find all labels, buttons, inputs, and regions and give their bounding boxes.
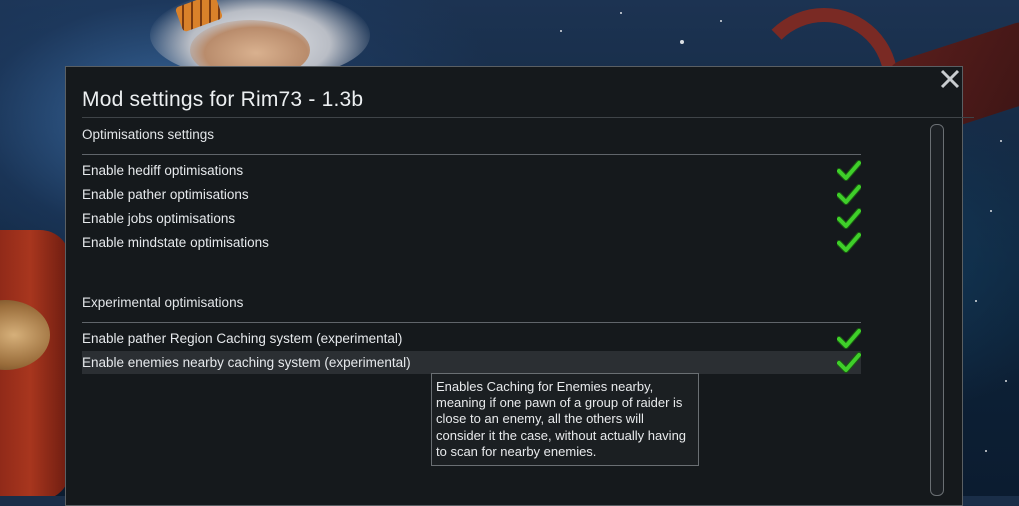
section-heading-optimisations: Optimisations settings: [82, 127, 215, 142]
checkmark-icon[interactable]: [837, 351, 861, 374]
checkmark-icon[interactable]: [837, 159, 861, 182]
title-divider: [82, 117, 974, 118]
setting-label: Enable hediff optimisations: [82, 163, 244, 178]
star: [1000, 140, 1002, 142]
star: [560, 30, 562, 32]
checkmark-icon[interactable]: [837, 327, 861, 350]
star: [720, 20, 722, 22]
dialog-title: Mod settings for Rim73 - 1.3b: [82, 88, 364, 111]
star: [985, 450, 987, 452]
star: [975, 300, 977, 302]
vertical-scrollbar[interactable]: [930, 124, 944, 496]
setting-row-pather[interactable]: Enable pather optimisations: [82, 183, 861, 206]
setting-tooltip: Enables Caching for Enemies nearby, mean…: [431, 373, 699, 467]
section-divider: [82, 322, 861, 323]
close-button[interactable]: [938, 67, 962, 91]
setting-row-pather-region-caching[interactable]: Enable pather Region Caching system (exp…: [82, 327, 861, 350]
setting-label: Enable pather optimisations: [82, 187, 249, 202]
section-divider: [82, 154, 861, 155]
checkmark-icon[interactable]: [837, 231, 861, 254]
close-icon: [940, 69, 960, 89]
checkmark-icon[interactable]: [837, 183, 861, 206]
star: [680, 40, 684, 44]
star: [1005, 380, 1007, 382]
star: [990, 210, 992, 212]
setting-label: Enable enemies nearby caching system (ex…: [82, 355, 411, 370]
setting-row-jobs[interactable]: Enable jobs optimisations: [82, 207, 861, 230]
star: [620, 12, 622, 14]
setting-row-enemies-nearby-caching[interactable]: Enable enemies nearby caching system (ex…: [82, 351, 861, 374]
setting-label: Enable pather Region Caching system (exp…: [82, 331, 403, 346]
setting-label: Enable mindstate optimisations: [82, 235, 269, 250]
setting-row-mindstate[interactable]: Enable mindstate optimisations: [82, 231, 861, 254]
setting-label: Enable jobs optimisations: [82, 211, 236, 226]
section-heading-experimental: Experimental optimisations: [82, 295, 244, 310]
checkmark-icon[interactable]: [837, 207, 861, 230]
setting-row-hediff[interactable]: Enable hediff optimisations: [82, 159, 861, 182]
